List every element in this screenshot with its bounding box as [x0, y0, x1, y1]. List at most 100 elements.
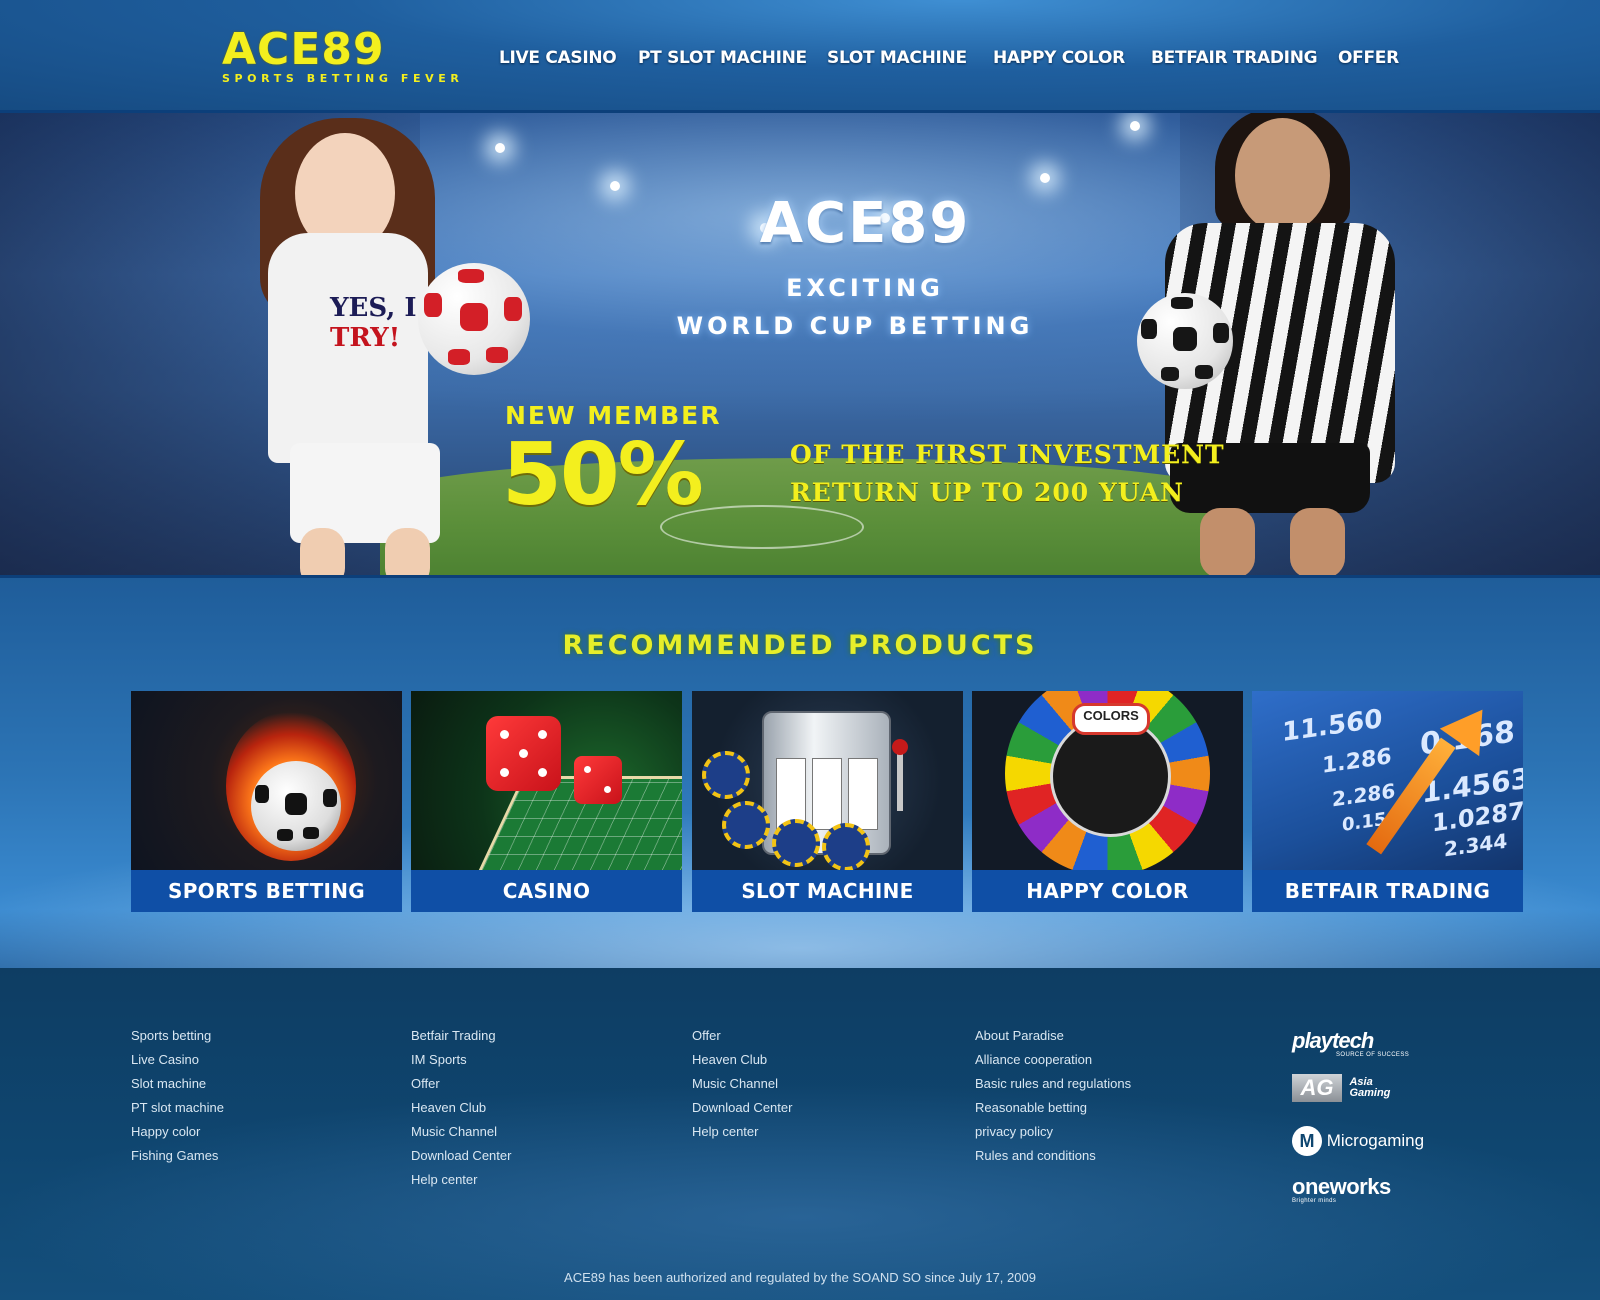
footer-link[interactable]: PT slot machine [131, 1096, 224, 1120]
footer-column-4: About Paradise Alliance cooperation Basi… [975, 1024, 1131, 1168]
footer-link[interactable]: Betfair Trading [411, 1024, 511, 1048]
footer-link[interactable]: Offer [411, 1072, 511, 1096]
product-card-label: SLOT MACHINE [692, 870, 963, 912]
footer-link[interactable]: Music Channel [411, 1120, 511, 1144]
ticker-number: 1.286 [1322, 744, 1392, 779]
promo-line-1: OF THE FIRST INVESTMENT [790, 440, 1225, 469]
product-card-happy-color[interactable]: COLORS HAPPY COLOR [972, 691, 1243, 912]
partner-logo-asia-gaming[interactable]: AG Asia Gaming [1292, 1074, 1399, 1102]
footer-link[interactable]: Help center [411, 1168, 511, 1192]
nav-slot-machine[interactable]: SLOT MACHINE [827, 48, 967, 68]
model-left-shirt-text: YES, I TRY! [330, 293, 417, 353]
logo-tagline: SPORTS BETTING FEVER [222, 72, 464, 85]
nav-happy-color[interactable]: HAPPY COLOR [993, 48, 1125, 68]
product-card-label: SPORTS BETTING [131, 870, 402, 912]
model-right-leg [1290, 508, 1345, 575]
hero-title: ACE89 [759, 191, 971, 256]
product-card-label: BETFAIR TRADING [1252, 870, 1523, 912]
soccer-ball-icon [1137, 293, 1233, 389]
footer-link[interactable]: Happy color [131, 1120, 224, 1144]
stadium-light [1130, 121, 1140, 131]
playtech-logo-text: playtech [1292, 1028, 1374, 1053]
slot-lever-knob [892, 739, 908, 755]
footer-column-2: Betfair Trading IM Sports Offer Heaven C… [411, 1024, 511, 1192]
partner-logo-microgaming[interactable]: M Microgaming [1292, 1126, 1424, 1156]
casino-chip-icon [702, 751, 750, 799]
footer-link[interactable]: Alliance cooperation [975, 1048, 1131, 1072]
main-nav: LIVE CASINO PT SLOT MACHINE SLOT MACHINE… [0, 48, 1600, 72]
stadium-light [1040, 173, 1050, 183]
product-card-label: HAPPY COLOR [972, 870, 1243, 912]
footer-column-3: Offer Heaven Club Music Channel Download… [692, 1024, 792, 1144]
footer-link[interactable]: Heaven Club [411, 1096, 511, 1120]
shirt-text-line-2: TRY! [330, 323, 401, 353]
footer-link[interactable]: Basic rules and regulations [975, 1072, 1131, 1096]
slot-reel [812, 758, 842, 830]
model-right-leg [1200, 508, 1255, 575]
casino-chip-icon [772, 819, 820, 867]
footer-link[interactable]: About Paradise [975, 1024, 1131, 1048]
footer-link[interactable]: Sports betting [131, 1024, 224, 1048]
happy-color-image: COLORS [972, 691, 1243, 870]
site-footer: Sports betting Live Casino Slot machine … [0, 968, 1600, 1300]
partner-logo-playtech[interactable]: playtech SOURCE OF SUCCESS [1292, 1028, 1409, 1058]
product-card-betfair-trading[interactable]: 11.560 1.286 2.286 0.156 0.168 1.4563 1.… [1252, 691, 1523, 912]
oneworks-logo-text: oneworks [1292, 1174, 1391, 1199]
copyright-text: ACE89 has been authorized and regulated … [564, 1270, 1036, 1285]
dice-icon [486, 716, 561, 791]
section-title: RECOMMENDED PRODUCTS [562, 630, 1038, 661]
soccer-ball-icon [418, 263, 530, 375]
footer-link[interactable]: privacy policy [975, 1120, 1131, 1144]
shirt-text-line-1: YES, I [330, 293, 417, 323]
hero-subtitle-1: EXCITING [786, 274, 944, 302]
footer-link[interactable]: Music Channel [692, 1072, 792, 1096]
promo-percent: 50% [502, 425, 704, 525]
playtech-tagline: SOURCE OF SUCCESS [1336, 1052, 1410, 1058]
footer-link[interactable]: Offer [692, 1024, 792, 1048]
recommended-products-section: RECOMMENDED PRODUCTS SPORTS BETTING CASI… [0, 578, 1600, 969]
footer-link[interactable]: IM Sports [411, 1048, 511, 1072]
slot-reel [848, 758, 878, 830]
nav-offer[interactable]: OFFER [1338, 48, 1399, 68]
partner-logo-oneworks[interactable]: oneworks Brighter minds [1292, 1174, 1391, 1204]
slot-lever-icon [897, 751, 903, 811]
nav-betfair-trading[interactable]: BETFAIR TRADING [1151, 48, 1318, 68]
footer-link[interactable]: Download Center [411, 1144, 511, 1168]
casino-chip-icon [822, 823, 870, 870]
casino-chip-icon [722, 801, 770, 849]
footer-link[interactable]: Help center [692, 1120, 792, 1144]
nav-pt-slot-machine[interactable]: PT SLOT MACHINE [638, 48, 807, 68]
casino-image [411, 691, 682, 870]
betfair-trading-image: 11.560 1.286 2.286 0.156 0.168 1.4563 1.… [1252, 691, 1523, 870]
sports-betting-image [131, 691, 402, 870]
hero-subtitle-2: WORLD CUP BETTING [676, 312, 1034, 340]
promo-line-2: RETURN UP TO 200 YUAN [790, 478, 1184, 507]
model-right-face [1235, 118, 1330, 233]
nav-live-casino[interactable]: LIVE CASINO [499, 48, 617, 68]
ticker-number: 2.286 [1332, 778, 1396, 812]
footer-link[interactable]: Fishing Games [131, 1144, 224, 1168]
product-card-slot-machine[interactable]: SLOT MACHINE [692, 691, 963, 912]
product-card-sports-betting[interactable]: SPORTS BETTING [131, 691, 402, 912]
slot-machine-image [692, 691, 963, 870]
ag-logo-mark: AG [1292, 1074, 1342, 1102]
microgaming-icon: M [1292, 1126, 1322, 1156]
footer-column-1: Sports betting Live Casino Slot machine … [131, 1024, 224, 1168]
footer-link[interactable]: Rules and conditions [975, 1144, 1131, 1168]
footer-link[interactable]: Slot machine [131, 1072, 224, 1096]
footer-link[interactable]: Download Center [692, 1096, 792, 1120]
model-left-leg [385, 528, 430, 575]
stadium-light [610, 181, 620, 191]
product-card-casino[interactable]: CASINO [411, 691, 682, 912]
model-left-leg [300, 528, 345, 575]
dice-icon [574, 756, 622, 804]
site-header: ACE89 SPORTS BETTING FEVER LIVE CASINO P… [0, 0, 1600, 110]
footer-link[interactable]: Heaven Club [692, 1048, 792, 1072]
hero-banner[interactable]: YES, I TRY! ACE89 EXCITING WORLD CUP BET… [0, 110, 1600, 578]
ag-logo-text: Asia Gaming [1349, 1076, 1391, 1099]
stadium-light [495, 143, 505, 153]
soccer-ball-icon [251, 761, 341, 851]
footer-link[interactable]: Live Casino [131, 1048, 224, 1072]
footer-link[interactable]: Reasonable betting [975, 1096, 1131, 1120]
ticker-number: 11.560 [1282, 703, 1383, 749]
